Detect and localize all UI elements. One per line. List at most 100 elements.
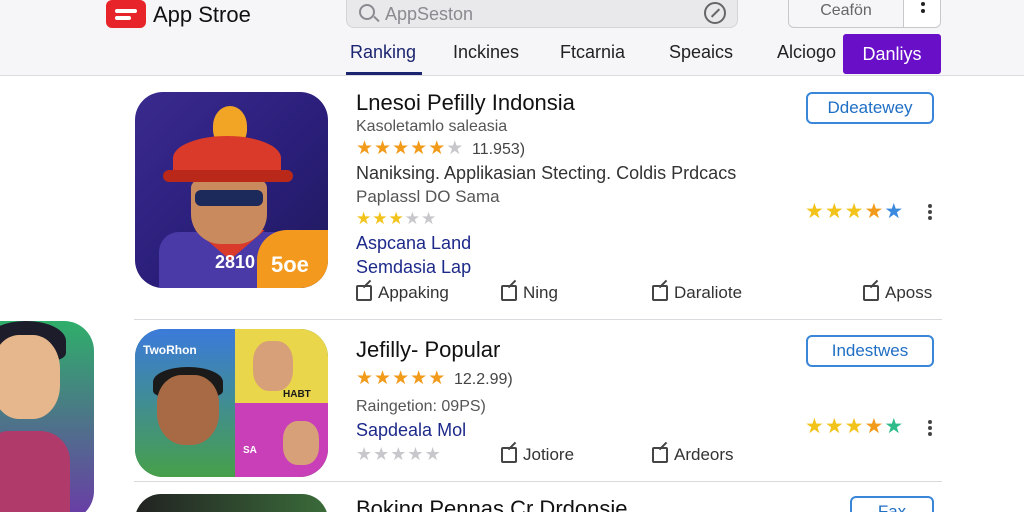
banner-shirt [0, 431, 70, 512]
star-empty-icon: ★ [424, 444, 441, 464]
app-rating-stars-1: ★ ★ ★ ★ ★ ★ [356, 139, 463, 158]
star-icon: ★ [844, 415, 864, 438]
app-description-1b: Paplassl DO Sama [356, 187, 500, 206]
app-list: 2810 5oe Lnesoi Pefilly Indonsia Kasolet… [0, 76, 1024, 512]
app-title-3[interactable]: Boking Pennas Cr Drdonsie [356, 496, 627, 512]
action-label: Jotiore [523, 445, 575, 464]
icon-number-right: 5oe [271, 252, 309, 277]
action-label: Daraliote [674, 283, 743, 302]
tab-active-indicator [346, 72, 422, 75]
star-icon: ★ [392, 138, 410, 159]
star-icon: ★ [388, 209, 404, 228]
star-icon: ★ [805, 415, 824, 438]
brand-name[interactable]: App Stroe [153, 2, 251, 28]
app-action-button-1[interactable]: Ddeatewey [806, 92, 934, 124]
action-label: Appaking [378, 283, 449, 302]
kebab-icon[interactable] [928, 210, 932, 214]
app-user-rating-2: ★ ★ ★ ★ ★ [356, 445, 441, 463]
action-ning[interactable]: Ning [501, 283, 558, 303]
star-icon: ★ [356, 138, 374, 159]
icon-label-c: HABT [283, 389, 311, 400]
star-icon: ★ [410, 138, 428, 159]
edit-icon [501, 285, 517, 301]
app-icon-2[interactable]: TwoRhon SA HABT [135, 329, 328, 477]
kebab-icon [921, 2, 925, 6]
tab-speaics[interactable]: Speaics [669, 42, 733, 63]
icon-label-a: TwoRhon [143, 343, 197, 357]
star-icon: ★ [824, 200, 844, 223]
row-divider [134, 319, 942, 320]
header-menu-button[interactable] [903, 0, 941, 28]
tab-ftcarnia[interactable]: Ftcarnia [560, 42, 625, 63]
app-link-1a[interactable]: Aspcana Land [356, 233, 471, 254]
app-title-1[interactable]: Lnesoi Pefilly Indonsia [356, 90, 575, 116]
star-empty-icon: ★ [421, 209, 437, 228]
app-rating-count-2: 12.2.99) [454, 371, 513, 388]
share-icon [652, 447, 668, 463]
app-link-2a[interactable]: Sapdeala Mol [356, 420, 466, 441]
tab-inckines[interactable]: Inckines [453, 42, 519, 63]
icon-character-glasses [195, 190, 263, 206]
star-icon: ★ [805, 200, 824, 223]
app-link-1b[interactable]: Semdasia Lap [356, 257, 471, 278]
star-icon: ★ [356, 368, 374, 389]
tab-alciogo[interactable]: Alciogo [777, 42, 836, 63]
icon-kid-face [157, 375, 219, 445]
star-icon: ★ [374, 138, 392, 159]
app-subtitle-1: Kasoletamlo saleasia [356, 118, 508, 135]
icon-kid3-face [283, 421, 319, 465]
action-daraliote[interactable]: Daraliote [652, 283, 742, 303]
action-appaking[interactable]: Appaking [356, 283, 449, 303]
compass-icon[interactable] [704, 2, 726, 24]
action-jotiore[interactable]: Jotiore [501, 445, 574, 465]
app-action-button-3[interactable]: Fax [850, 496, 934, 512]
edit-icon [652, 285, 668, 301]
search-icon [359, 4, 375, 20]
app-title-2[interactable]: Jefilly- Popular [356, 337, 500, 363]
app-rating-stars-2: ★ ★ ★ ★ ★ [356, 369, 445, 388]
app-action-button-2[interactable]: Indestwes [806, 335, 934, 367]
star-icon: ★ [410, 368, 428, 389]
app-icon-3[interactable] [135, 494, 328, 512]
share-icon [501, 447, 517, 463]
edit-icon [356, 285, 372, 301]
app-side-rating-2: ★ ★ ★ ★ ★ [805, 416, 903, 437]
star-icon: ★ [824, 415, 844, 438]
search-input[interactable] [385, 3, 685, 25]
action-label: Ardeors [674, 445, 734, 464]
account-field[interactable]: Ceafön [788, 0, 904, 28]
app-icon-1[interactable]: 2810 5oe [135, 92, 328, 288]
icon-label-b: SA [243, 445, 257, 456]
search-bar[interactable] [346, 0, 738, 28]
icon-hat-brim [163, 170, 293, 182]
banner-face [0, 335, 60, 419]
action-aposs[interactable]: Aposs [863, 283, 932, 303]
star-icon: ★ [372, 209, 388, 228]
star-icon: ★ [844, 200, 864, 223]
star-icon: ★ [864, 415, 884, 438]
action-label: Ning [523, 283, 558, 302]
star-icon: ★ [884, 415, 904, 438]
app-user-rating-1: ★ ★ ★ ★ ★ [356, 210, 436, 227]
side-banner-image[interactable] [0, 321, 94, 512]
star-empty-icon: ★ [356, 444, 373, 464]
icon-number-left: 2810 [215, 252, 256, 272]
star-icon: ★ [392, 368, 410, 389]
action-label: Aposs [885, 283, 933, 302]
star-icon: ★ [374, 368, 392, 389]
row-divider [134, 481, 942, 482]
tab-ranking[interactable]: Ranking [350, 42, 416, 63]
star-empty-icon: ★ [404, 209, 420, 228]
app-description-1: Naniksing. Applikasian Stecting. Coldis … [356, 163, 737, 183]
star-empty-icon: ★ [446, 138, 464, 159]
star-icon: ★ [428, 368, 446, 389]
star-empty-icon: ★ [373, 444, 390, 464]
star-empty-icon: ★ [390, 444, 407, 464]
tab-danliys[interactable]: Danliys [843, 34, 941, 74]
star-icon: ★ [356, 209, 372, 228]
brand-logo-icon[interactable] [106, 0, 146, 28]
kebab-icon[interactable] [928, 426, 932, 430]
share-icon [863, 285, 879, 301]
action-ardeors[interactable]: Ardeors [652, 445, 734, 465]
star-icon: ★ [428, 138, 446, 159]
